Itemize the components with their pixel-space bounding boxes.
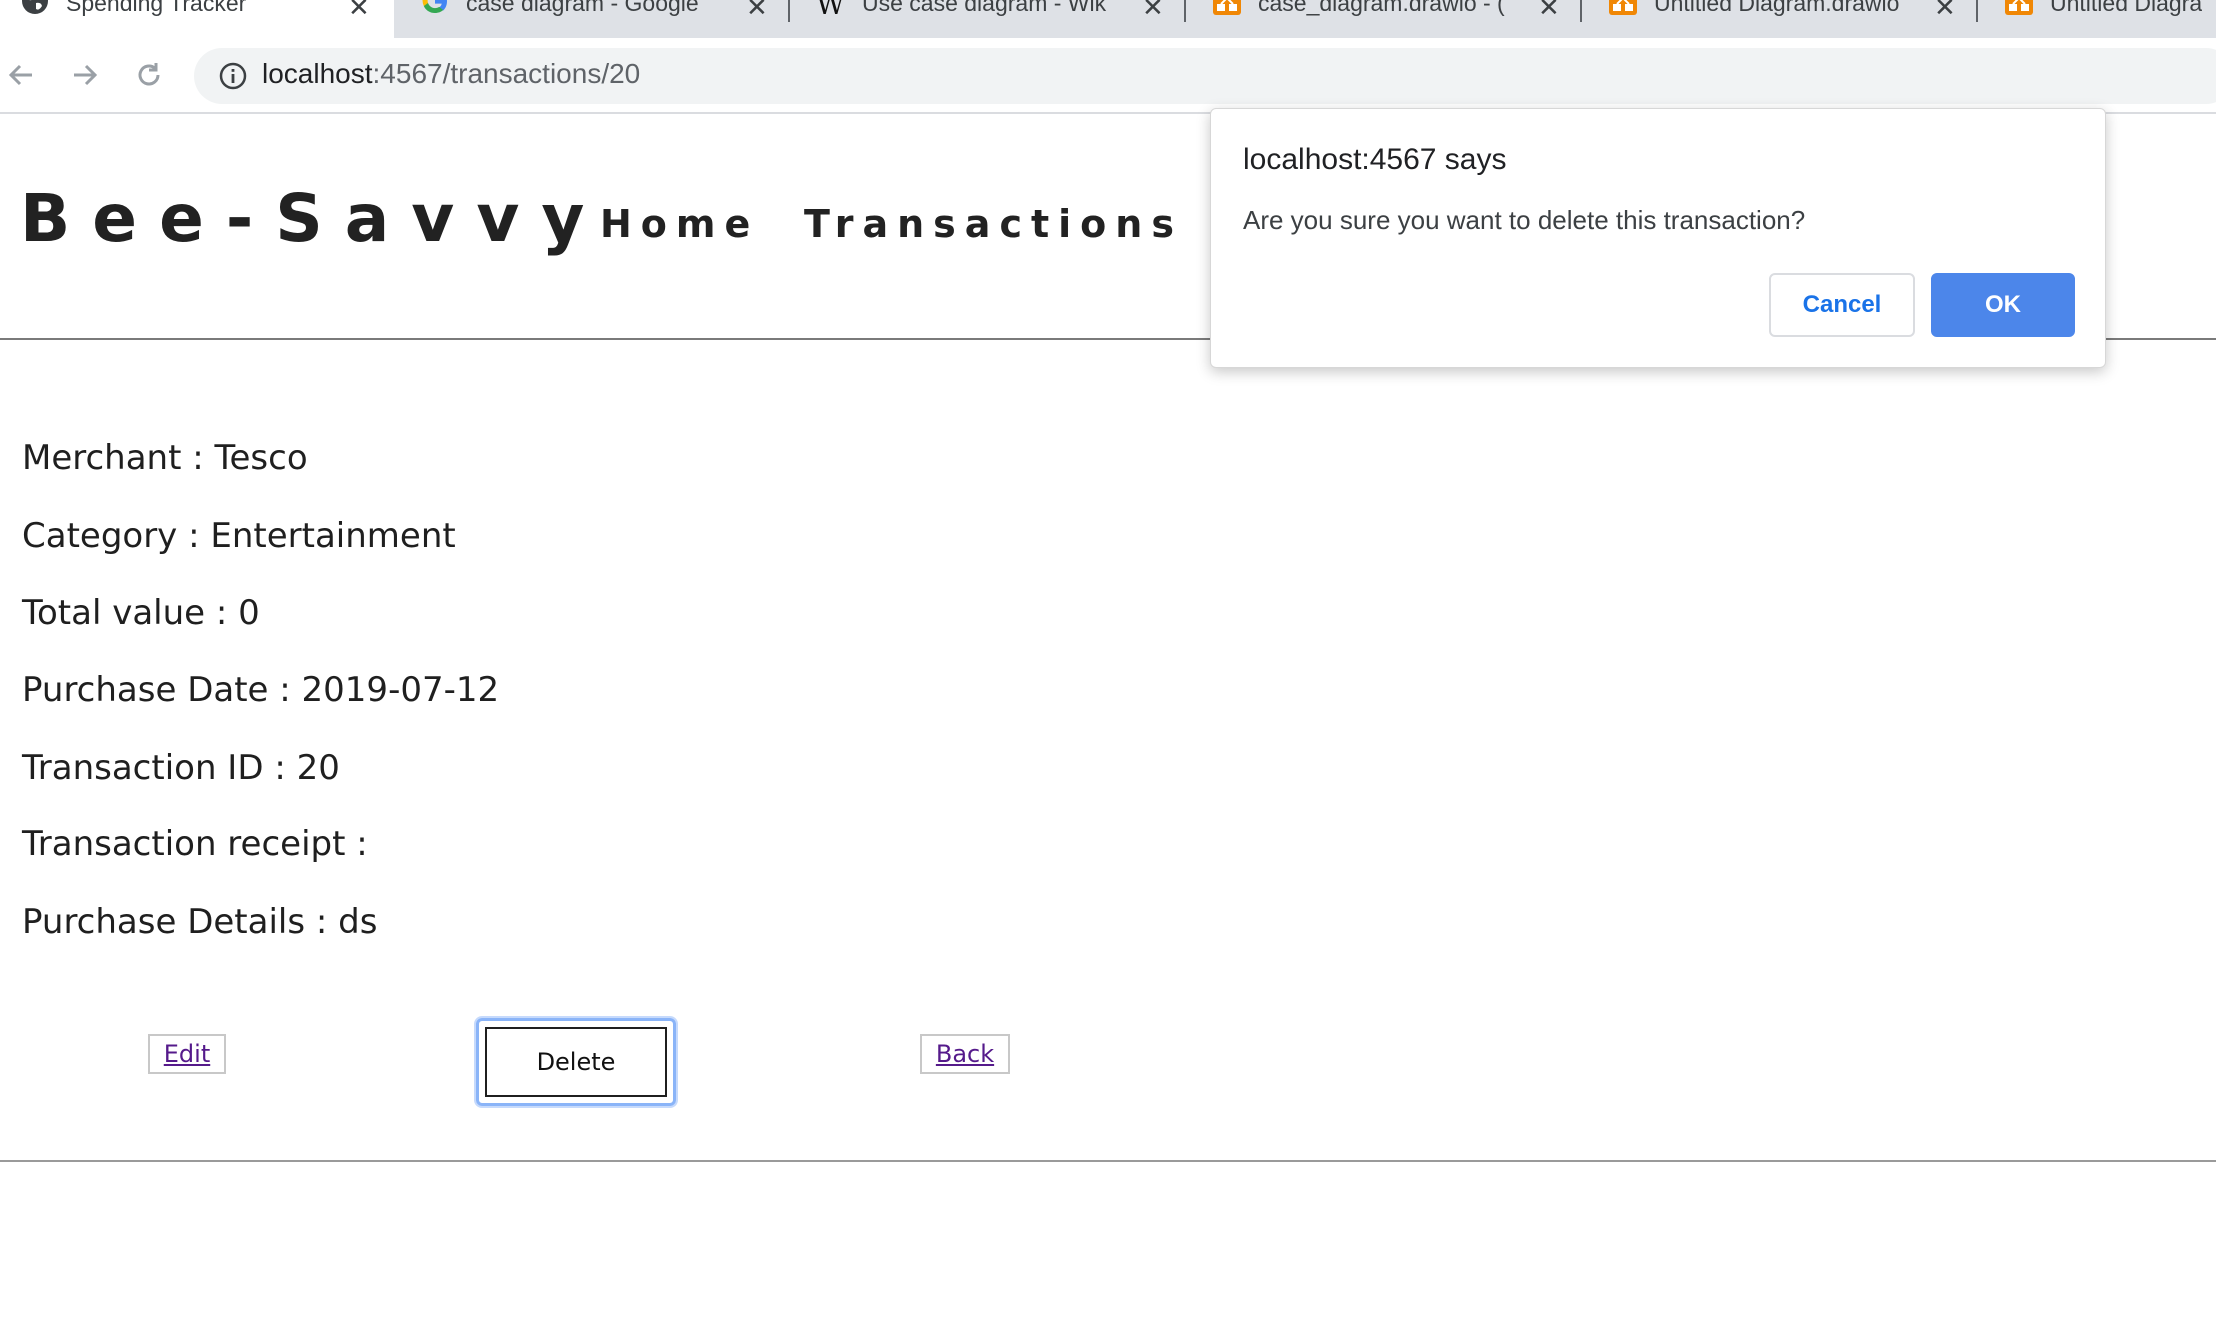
tab-drawio-untitled-2[interactable]: Untitled Diagra xyxy=(1984,0,2216,38)
url-text: localhost:4567/transactions/20 xyxy=(262,58,640,90)
transaction-id-field: Transaction ID : 20 xyxy=(22,748,340,788)
forward-arrow-icon[interactable] xyxy=(68,58,102,92)
tab-label: Untitled Diagram.drawio xyxy=(1654,0,1900,16)
drawio-icon xyxy=(1213,0,1241,15)
dialog-message: Are you sure you want to delete this tra… xyxy=(1243,205,1806,235)
wikipedia-icon: W xyxy=(816,0,845,21)
close-tab-icon[interactable]: ✕ xyxy=(1934,0,1956,23)
reload-icon[interactable] xyxy=(132,58,166,92)
nav-transactions-link[interactable]: Transactions xyxy=(804,202,1183,246)
cancel-button[interactable]: Cancel xyxy=(1769,273,1915,337)
tab-drawio-case[interactable]: case_diagram.drawio - ( ✕ xyxy=(1192,0,1582,38)
delete-button-focus-ring: Delete xyxy=(476,1018,676,1106)
nav-home-link[interactable]: Home xyxy=(600,202,759,246)
purchase-date-field: Purchase Date : 2019-07-12 xyxy=(22,670,500,710)
merchant-field: Merchant : Tesco xyxy=(22,438,308,478)
drawio-icon xyxy=(1609,0,1637,15)
close-tab-icon[interactable]: ✕ xyxy=(1538,0,1560,23)
close-tab-icon[interactable]: ✕ xyxy=(746,0,768,23)
footer-divider xyxy=(0,1160,2216,1162)
ok-button[interactable]: OK xyxy=(1931,273,2075,337)
tab-label: case_diagram.drawio - ( xyxy=(1258,0,1505,16)
transaction-receipt-field: Transaction receipt : xyxy=(22,824,368,864)
total-value-field: Total value : 0 xyxy=(22,593,260,633)
tab-strip: Spending Tracker ✕ case diagram - Google… xyxy=(0,0,2216,38)
back-button[interactable]: Back xyxy=(920,1034,1010,1074)
tab-label: Use case diagram - Wik xyxy=(862,0,1107,16)
browser-toolbar: localhost:4567/transactions/20 xyxy=(0,38,2216,114)
dialog-title: localhost:4567 says xyxy=(1243,143,1507,176)
tab-separator xyxy=(788,0,790,22)
category-field: Category : Entertainment xyxy=(22,516,456,556)
site-logo: Bee-Savvy xyxy=(20,180,607,257)
edit-button[interactable]: Edit xyxy=(148,1034,226,1074)
tab-separator xyxy=(1184,0,1186,22)
tab-separator xyxy=(1976,0,1978,22)
tab-label: Spending Tracker xyxy=(66,0,247,16)
tab-wikipedia[interactable]: W Use case diagram - Wik ✕ xyxy=(796,0,1186,38)
tab-label: case diagram - Google xyxy=(466,0,699,16)
url-host: localhost xyxy=(262,58,373,89)
confirm-dialog: localhost:4567 says Are you sure you wan… xyxy=(1210,108,2106,368)
tab-label: Untitled Diagra xyxy=(2050,0,2203,16)
globe-icon xyxy=(22,0,48,14)
close-tab-icon[interactable]: ✕ xyxy=(1142,0,1164,23)
info-icon[interactable] xyxy=(218,61,248,91)
drawio-icon xyxy=(2005,0,2033,15)
tab-separator xyxy=(1580,0,1582,22)
address-bar[interactable]: localhost:4567/transactions/20 xyxy=(194,48,2216,104)
tab-drawio-untitled[interactable]: Untitled Diagram.drawio ✕ xyxy=(1588,0,1978,38)
purchase-details-field: Purchase Details : ds xyxy=(22,902,378,942)
delete-button[interactable]: Delete xyxy=(485,1027,667,1097)
tab-google[interactable]: case diagram - Google ✕ xyxy=(400,0,790,38)
google-icon xyxy=(422,0,447,14)
tab-spending-tracker[interactable]: Spending Tracker ✕ xyxy=(0,0,394,38)
back-arrow-icon[interactable] xyxy=(4,58,38,92)
url-path: :4567/transactions/20 xyxy=(372,58,641,89)
close-tab-icon[interactable]: ✕ xyxy=(348,0,370,23)
